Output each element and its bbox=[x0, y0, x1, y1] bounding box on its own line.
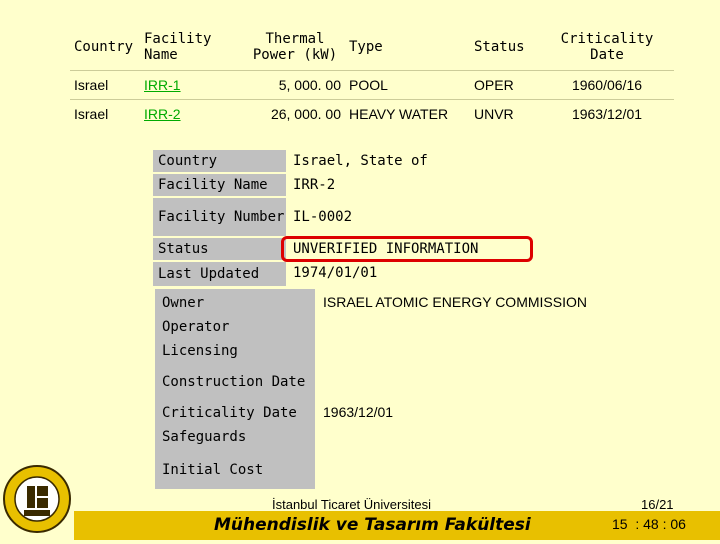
header-type: Type bbox=[349, 39, 383, 55]
page-number: 16/21 bbox=[641, 497, 674, 512]
cell-date: 1963/12/01 bbox=[540, 99, 674, 128]
criticality-date-value: 1963/12/01 bbox=[323, 404, 394, 420]
detail-facility-name-label: Facility Name bbox=[153, 174, 286, 196]
construction-date-label: Construction Date bbox=[162, 374, 306, 390]
university-name: İstanbul Ticaret Üniversitesi bbox=[272, 497, 431, 512]
header-country: Country bbox=[74, 39, 134, 55]
facility-link-irr-2[interactable]: IRR-2 bbox=[144, 106, 181, 122]
university-seal-icon bbox=[3, 465, 71, 533]
faculty-title: Mühendislik ve Tasarım Fakültesi bbox=[214, 515, 531, 535]
university-logo bbox=[0, 458, 74, 540]
owner-label: Owner bbox=[162, 295, 205, 311]
detail-country-value: Israel, State of bbox=[293, 153, 428, 169]
cell-type: HEAVY WATER bbox=[345, 99, 470, 128]
detail-facility-number-value: IL-0002 bbox=[293, 209, 353, 225]
header-criticality-date: Criticality Date bbox=[560, 31, 654, 63]
table-row: Israel IRR-2 26, 000. 00 HEAVY WATER UNV… bbox=[70, 99, 674, 128]
cell-type: POOL bbox=[345, 70, 470, 100]
safeguards-label: Safeguards bbox=[162, 429, 247, 445]
clock: 15 : 48 : 06 bbox=[612, 516, 686, 532]
cell-status: UNVR bbox=[470, 99, 540, 128]
cell-country: Israel bbox=[70, 70, 140, 100]
operator-label: Operator bbox=[162, 319, 230, 335]
cell-country: Israel bbox=[70, 99, 140, 128]
header-status: Status bbox=[474, 39, 525, 55]
status-highlight-box bbox=[281, 236, 533, 262]
detail-last-updated-value: 1974/01/01 bbox=[293, 265, 378, 281]
initial-cost-label: Initial Cost bbox=[162, 462, 264, 478]
table-header-row: Country Facility Name Thermal Power (kW)… bbox=[70, 24, 674, 71]
cell-status: OPER bbox=[470, 70, 540, 100]
header-facility-name: Facility Name bbox=[144, 31, 212, 63]
detail-facility-name-value: IRR-2 bbox=[293, 177, 336, 193]
criticality-date-label: Criticality Date bbox=[162, 405, 297, 421]
detail-last-updated-label: Last Updated bbox=[153, 262, 286, 286]
reactor-table: Country Facility Name Thermal Power (kW)… bbox=[70, 24, 674, 128]
table-row: Israel IRR-1 5, 000. 00 POOL OPER 1960/0… bbox=[70, 70, 674, 100]
cell-facility: IRR-2 bbox=[140, 99, 245, 128]
cell-power: 26, 000. 00 bbox=[245, 99, 345, 128]
header-thermal-power: Thermal Power (kW) bbox=[252, 31, 338, 63]
owner-value: ISRAEL ATOMIC ENERGY COMMISSION bbox=[323, 294, 587, 310]
detail-country-label: Country bbox=[153, 150, 286, 172]
detail-status-label: Status bbox=[153, 238, 286, 260]
cell-power: 5, 000. 00 bbox=[245, 70, 345, 100]
cell-facility: IRR-1 bbox=[140, 70, 245, 100]
facility-link-irr-1[interactable]: IRR-1 bbox=[144, 77, 181, 93]
licensing-label: Licensing bbox=[162, 343, 238, 359]
cell-date: 1960/06/16 bbox=[540, 70, 674, 100]
detail-facility-number-label: Facility Number bbox=[153, 198, 286, 236]
